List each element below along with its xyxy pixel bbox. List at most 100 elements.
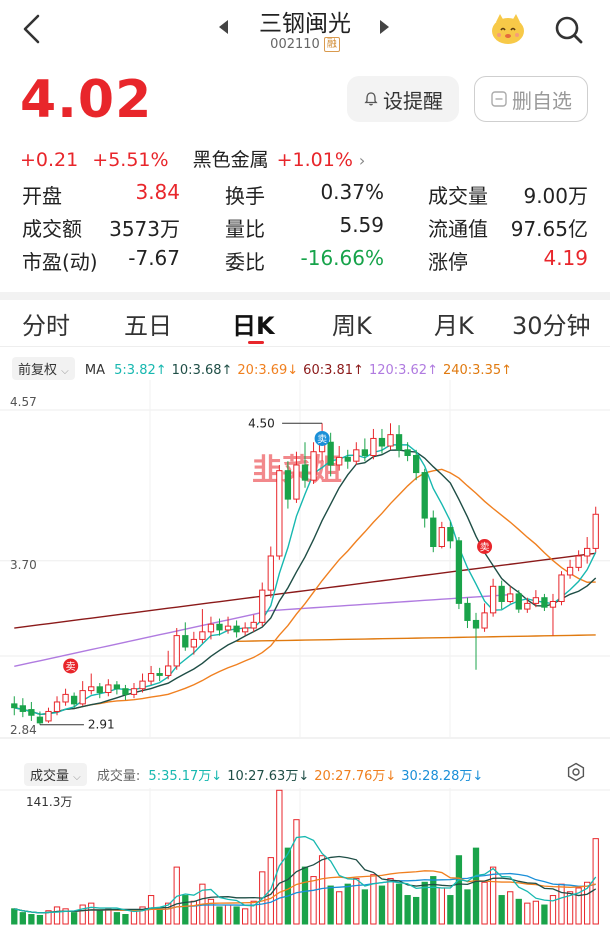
sector-link[interactable]: 黑色金属 +1.01% ›: [193, 149, 374, 171]
volume-bar: [524, 902, 531, 925]
candle-body: [130, 688, 138, 695]
volume-bar: [387, 877, 394, 925]
chevron-right-icon: ›: [358, 151, 366, 170]
candle-body: [549, 600, 557, 608]
candle: [455, 537, 463, 610]
candle: [438, 521, 445, 549]
tab-1[interactable]: 五日: [124, 306, 172, 341]
candle-body: [19, 705, 26, 712]
volume-bar: [498, 895, 505, 925]
candle-body: [592, 513, 599, 549]
volume-bar: [122, 914, 129, 925]
volume-bar: [70, 912, 78, 925]
volume-bar: [489, 866, 497, 925]
candle: [250, 614, 257, 632]
volume-chart[interactable]: [0, 788, 610, 933]
candle-body: [276, 470, 283, 557]
candle-body: [447, 527, 454, 542]
ma10-line: [14, 449, 597, 716]
header-bar: 三钢闽光 002110 融: [0, 0, 610, 62]
candle: [592, 506, 599, 553]
candle-body: [53, 701, 61, 712]
adjust-type-label: 前复权: [18, 363, 58, 378]
candlestick-chart[interactable]: 4.573.702.84韭菜姐4.502.91卖卖卖: [0, 380, 610, 755]
stat-label: 成交额: [22, 217, 82, 241]
candle-body: [344, 456, 351, 462]
candle: [105, 679, 112, 697]
candle-body: [498, 585, 505, 602]
ma20-line: [14, 468, 596, 716]
candle: [395, 425, 403, 458]
candle-body: [387, 434, 394, 447]
tab-3[interactable]: 周K: [332, 306, 372, 341]
candle: [507, 586, 514, 604]
volume-bar: [455, 855, 463, 925]
candle: [472, 612, 480, 670]
tab-4[interactable]: 月K: [434, 306, 474, 341]
candle-body: [310, 451, 317, 481]
volume-bar: [216, 906, 223, 925]
candle-body: [284, 470, 292, 500]
candle-body: [532, 597, 540, 604]
candle: [173, 628, 180, 670]
volume-indicator-label: 成交量: [30, 769, 70, 784]
tab-5[interactable]: 30分钟: [512, 306, 591, 341]
next-stock-arrow-icon[interactable]: [380, 20, 389, 34]
candle-body: [413, 455, 420, 474]
candle-body: [105, 684, 112, 693]
tab-0[interactable]: 分时: [22, 306, 70, 341]
candle: [276, 464, 283, 560]
candle: [62, 688, 69, 706]
ma-value: 20:3.69↓: [237, 363, 299, 378]
candle-body: [28, 709, 35, 716]
candle-body: [62, 693, 69, 703]
volume-bar: [447, 895, 454, 925]
volume-bar: [541, 904, 548, 925]
bell-icon: [364, 92, 378, 106]
mascot-icon[interactable]: [488, 8, 528, 48]
set-alert-button[interactable]: 设提醒: [347, 76, 459, 122]
candle: [481, 603, 488, 632]
candle: [96, 683, 103, 699]
candle-body: [430, 517, 437, 548]
stats-row: 市盈(动) -7.67 委比 -16.66% 涨停 4.19: [22, 246, 592, 279]
candle: [156, 667, 163, 682]
candle-body: [241, 627, 249, 633]
adjust-type-dropdown[interactable]: 前复权 ⌵: [12, 357, 75, 380]
settings-gear-icon[interactable]: [566, 762, 586, 782]
volume-bar: [318, 855, 326, 925]
candle-body: [558, 574, 565, 602]
candle-body: [472, 619, 480, 629]
candle-body: [370, 437, 377, 457]
stat-label: 换手: [225, 184, 265, 208]
max-price-label: 4.50: [248, 416, 275, 430]
volume-bar: [182, 895, 189, 925]
candle-body: [541, 597, 548, 608]
current-price: 4.02: [20, 70, 153, 130]
volume-bar: [156, 908, 163, 925]
volume-bar: [327, 885, 334, 925]
volume-bar: [88, 902, 95, 925]
candle-body: [489, 585, 497, 614]
tab-2[interactable]: 日K: [232, 306, 275, 341]
volume-title: 成交量:: [96, 769, 141, 784]
search-icon[interactable]: [553, 14, 585, 46]
candle-body: [173, 635, 180, 667]
candle-body: [378, 437, 386, 447]
volume-bar: [190, 900, 197, 925]
volume-bar: [558, 883, 565, 925]
ma-value: 120:3.62↑: [368, 363, 438, 378]
stat-value: 4.19: [543, 246, 588, 270]
chevron-down-icon: ⌵: [73, 772, 81, 783]
candle: [19, 698, 26, 718]
remove-watchlist-button[interactable]: 删自选: [474, 76, 588, 122]
volume-bar: [36, 914, 44, 925]
candle: [498, 580, 505, 610]
stat-label: 量比: [225, 217, 265, 241]
volume-bar: [130, 910, 138, 925]
volume-indicator-dropdown[interactable]: 成交量 ⌵: [24, 763, 87, 786]
candle: [566, 559, 574, 579]
candle: [515, 590, 522, 613]
candle: [28, 701, 35, 721]
candle-body: [122, 688, 129, 695]
